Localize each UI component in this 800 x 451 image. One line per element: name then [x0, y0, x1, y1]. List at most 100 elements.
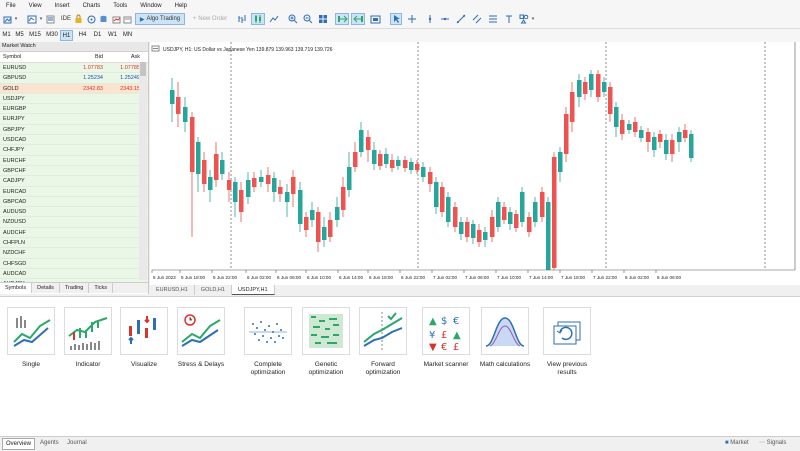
- scrollbar-thumb[interactable]: [140, 62, 146, 76]
- tester-card-visualize[interactable]: Visualize: [118, 307, 170, 369]
- market-watch-row[interactable]: USDJPY: [0, 93, 148, 105]
- tester-card-view-previous-results[interactable]: View previous results: [541, 307, 593, 377]
- tester-card-stress-delays[interactable]: Stress & Delays: [175, 307, 227, 369]
- market-watch-scrollbar[interactable]: [139, 62, 147, 280]
- bid-column-header[interactable]: Bid: [66, 52, 103, 62]
- market-watch-list: EURUSD 1.07783 1.07785 GBPUSD 1.25234 1.25249…: [0, 63, 148, 290]
- screenshot-icon[interactable]: [369, 13, 381, 25]
- timeframe-mn[interactable]: MN: [121, 30, 134, 41]
- toolbox-icon[interactable]: [122, 13, 132, 25]
- menu-help[interactable]: Help: [175, 3, 187, 9]
- tester-card-complete-optimization[interactable]: Complete optimization: [242, 307, 294, 377]
- trend-line-icon[interactable]: [455, 13, 466, 25]
- menu-tools[interactable]: Tools: [113, 3, 127, 9]
- time-label: 7 Jun 10:00: [497, 275, 521, 280]
- market-tab[interactable]: ■ Market: [722, 438, 752, 448]
- tester-card-indicator[interactable]: Indicator: [62, 307, 114, 369]
- line-chart-icon[interactable]: [268, 13, 279, 25]
- market-watch-row[interactable]: NZDUSD: [0, 217, 148, 228]
- chevron-down-icon[interactable]: ▾: [38, 13, 44, 25]
- market-watch-row[interactable]: EURCHF: [0, 155, 148, 166]
- tile-windows-icon[interactable]: [317, 13, 328, 25]
- timeframe-m30[interactable]: M30: [44, 30, 60, 41]
- market-watch-row[interactable]: EURUSD 1.07783 1.07785: [0, 63, 148, 74]
- bar-chart-icon[interactable]: [236, 13, 247, 25]
- market-watch-row[interactable]: EURJPY: [0, 114, 148, 125]
- timeframe-h1[interactable]: H1: [60, 30, 73, 41]
- chart-shift-icon[interactable]: [351, 13, 365, 25]
- tester-card-single-test[interactable]: Single: [5, 307, 57, 369]
- symbol-column-header[interactable]: Symbol: [0, 52, 66, 62]
- lock-icon[interactable]: [73, 13, 83, 25]
- market-watch-row[interactable]: GBPCAD: [0, 196, 148, 208]
- algo-trading-button[interactable]: ▶ Algo Trading: [135, 13, 185, 25]
- shapes-icon[interactable]: [518, 13, 529, 25]
- channel-icon[interactable]: [471, 13, 482, 25]
- tab-overview[interactable]: Overview: [2, 438, 36, 450]
- market-watch-row[interactable]: CADJPY: [0, 176, 148, 187]
- text-icon[interactable]: [503, 13, 514, 25]
- market-watch-row[interactable]: USDCAD: [0, 135, 148, 146]
- signals-tab[interactable]: ⋯ Signals: [756, 438, 789, 448]
- menu-charts[interactable]: Charts: [83, 3, 101, 9]
- market-watch-row[interactable]: CHFJPY: [0, 145, 148, 156]
- tab-journal[interactable]: Journal: [64, 438, 90, 448]
- candlestick-icon[interactable]: [251, 13, 265, 25]
- market-watch-row[interactable]: GOLD 2342.83 2343.15: [0, 83, 148, 94]
- menu-window[interactable]: Window: [140, 3, 161, 9]
- tester-card-market-scanner[interactable]: ▲ $ € ¥ £ ▲ ▼ € £ Market scanner: [420, 307, 472, 369]
- timeframe-d1[interactable]: D1: [91, 30, 104, 41]
- menu-view[interactable]: View: [29, 3, 42, 9]
- market-watch-row[interactable]: CHFSGD: [0, 258, 148, 269]
- timeframe-h4[interactable]: H4: [76, 30, 89, 41]
- ask-column-header[interactable]: Ask: [103, 52, 140, 62]
- chart-tab[interactable]: EURUSD,H1: [150, 285, 195, 295]
- fibonacci-icon[interactable]: [487, 13, 498, 25]
- zoom-out-icon[interactable]: [302, 13, 313, 25]
- database-icon[interactable]: [98, 13, 108, 25]
- tab-trading[interactable]: Trading: [60, 283, 90, 293]
- zoom-in-icon[interactable]: [287, 13, 298, 25]
- vertical-line-icon[interactable]: [425, 13, 434, 25]
- strategy-tester-icon[interactable]: [111, 13, 121, 25]
- signals-icon[interactable]: [86, 13, 96, 25]
- market-watch-row[interactable]: AUDUSD: [0, 207, 148, 218]
- crosshair-icon[interactable]: [406, 13, 417, 25]
- tab-symbols[interactable]: Symbols: [0, 283, 33, 293]
- tester-card-forward-optimization[interactable]: Forward optimization: [357, 307, 409, 377]
- menu-insert[interactable]: Insert: [55, 3, 70, 9]
- tab-details[interactable]: Details: [32, 283, 60, 293]
- tab-agents[interactable]: Agents: [37, 438, 62, 448]
- new-chart-icon[interactable]: [2, 13, 12, 25]
- chevron-down-icon[interactable]: ▾: [13, 13, 19, 25]
- chevron-down-icon[interactable]: ▾: [530, 13, 536, 25]
- profiles-icon[interactable]: [26, 13, 38, 25]
- market-watch-row[interactable]: AUDCHF: [0, 227, 148, 239]
- timeframe-m1[interactable]: M1: [0, 30, 13, 41]
- menu-file[interactable]: File: [6, 3, 16, 9]
- market-watch-row[interactable]: GBPUSD 1.25234 1.25249: [0, 73, 148, 84]
- ask-cell: [103, 125, 140, 134]
- timeframe-m5[interactable]: M5: [13, 30, 26, 41]
- cursor-icon[interactable]: [390, 13, 402, 25]
- tab-ticks[interactable]: Ticks: [89, 283, 113, 293]
- market-watch-row[interactable]: EURGBP: [0, 104, 148, 115]
- market-watch-row[interactable]: GBPJPY: [0, 124, 148, 136]
- market-watch-row[interactable]: CHFPLN: [0, 238, 148, 249]
- market-watch-row[interactable]: NZDCHF: [0, 248, 148, 259]
- new-order-button[interactable]: + New Order: [188, 13, 232, 25]
- market-watch-row[interactable]: AUDCAD: [0, 268, 148, 280]
- auto-scroll-icon[interactable]: [335, 13, 349, 25]
- market-watch-icon[interactable]: [45, 13, 55, 25]
- tester-card-genetic-optimization[interactable]: Genetic optimization: [300, 307, 352, 377]
- chart-tab[interactable]: GOLD,H1: [195, 285, 232, 295]
- market-watch-row[interactable]: GBPCHF: [0, 165, 148, 177]
- tester-card-math-calculations[interactable]: Math calculations: [479, 307, 531, 369]
- horizontal-line-icon[interactable]: [439, 13, 450, 25]
- price-chart[interactable]: USDJPY, H1: US Dollar vs Japanese Yen 13…: [150, 42, 800, 285]
- market-watch-row[interactable]: EURCAD: [0, 186, 148, 197]
- chart-tab[interactable]: USDJPY,H1: [231, 285, 275, 295]
- timeframe-w1[interactable]: W1: [106, 30, 119, 41]
- candlestick-chart[interactable]: USDJPY, H1: US Dollar vs Japanese Yen 13…: [150, 42, 800, 285]
- timeframe-m15[interactable]: M15: [27, 30, 43, 41]
